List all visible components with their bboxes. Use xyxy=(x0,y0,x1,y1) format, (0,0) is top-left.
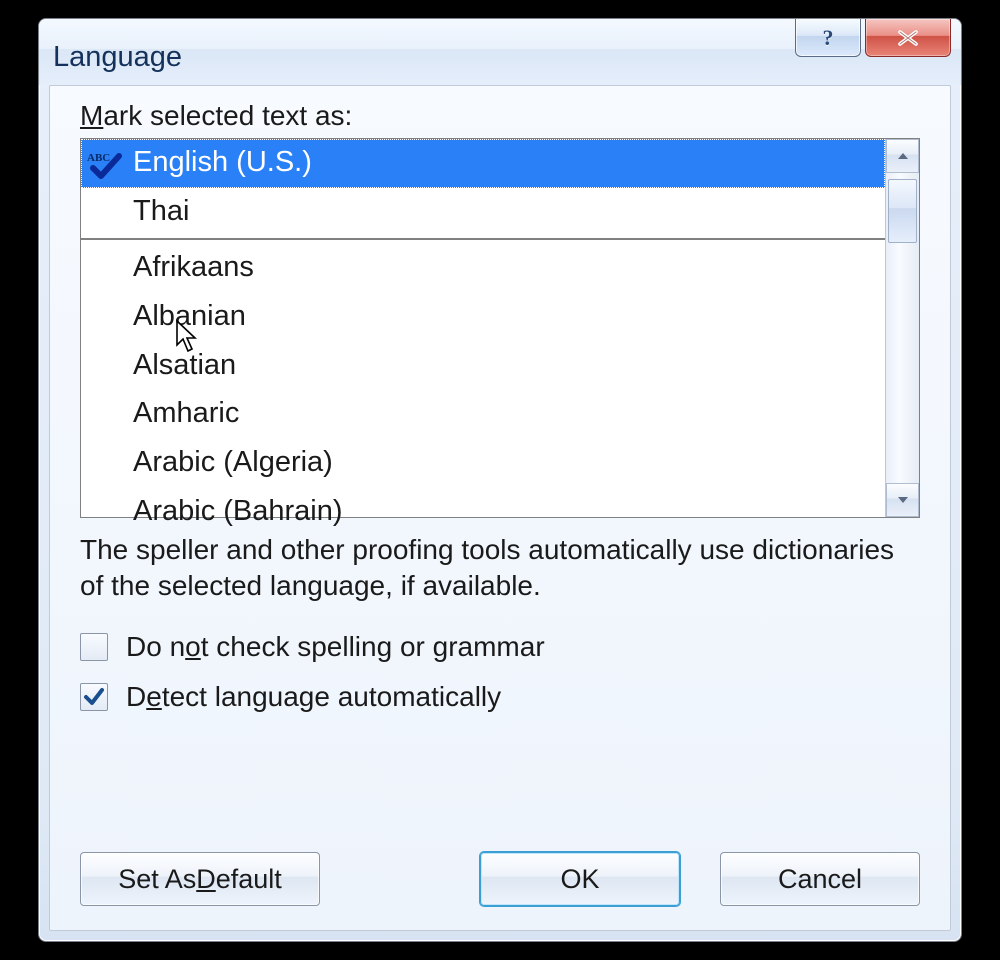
ok-button[interactable]: OK xyxy=(480,852,680,906)
language-list-item[interactable]: Alsatian xyxy=(81,342,885,391)
help-button[interactable]: ? xyxy=(795,19,861,57)
scroll-down-button[interactable] xyxy=(886,483,919,517)
language-list-item[interactable]: Arabic (Bahrain) xyxy=(81,488,885,537)
detect-language-row[interactable]: Detect language automatically xyxy=(80,681,920,713)
language-listbox[interactable]: ABC English (U.S.) Thai Afrikaans Albanian Al… xyxy=(80,138,920,518)
language-list-item[interactable]: Afrikaans xyxy=(81,244,885,293)
chevron-down-icon xyxy=(896,495,910,505)
language-name: Thai xyxy=(133,195,189,227)
do-not-check-spelling-row[interactable]: Do not check spelling or grammar xyxy=(80,631,920,663)
do-not-check-spelling-checkbox[interactable] xyxy=(80,633,108,661)
spellcheck-icon: ABC xyxy=(87,150,123,176)
language-name: Arabic (Bahrain) xyxy=(133,495,343,527)
language-separator xyxy=(81,238,885,240)
language-name: Afrikaans xyxy=(133,251,254,283)
scroll-up-button[interactable] xyxy=(886,139,919,173)
language-list-item[interactable]: Amharic xyxy=(81,390,885,439)
chevron-up-icon xyxy=(896,151,910,161)
scroll-thumb[interactable] xyxy=(888,179,917,243)
cancel-button[interactable]: Cancel xyxy=(720,852,920,906)
detect-language-checkbox[interactable] xyxy=(80,683,108,711)
close-icon xyxy=(892,28,924,48)
language-name: Albanian xyxy=(133,300,246,332)
detect-language-label: Detect language automatically xyxy=(126,681,501,713)
language-name: Alsatian xyxy=(133,349,236,381)
checkmark-icon xyxy=(83,686,105,708)
language-list-item[interactable]: Arabic (Algeria) xyxy=(81,439,885,488)
scrollbar[interactable] xyxy=(885,139,919,517)
client-area: Mark selected text as: ABC English (U.S.)… xyxy=(49,85,951,931)
mark-selected-label: Mark selected text as: xyxy=(80,100,920,132)
language-name: Arabic (Algeria) xyxy=(133,446,333,478)
language-name: English (U.S.) xyxy=(133,146,312,178)
language-dialog: Language ? Mark se xyxy=(38,18,962,942)
set-as-default-button[interactable]: Set As Default xyxy=(80,852,320,906)
close-button[interactable] xyxy=(865,19,951,57)
svg-text:ABC: ABC xyxy=(87,152,110,164)
do-not-check-spelling-label: Do not check spelling or grammar xyxy=(126,631,545,663)
titlebar[interactable]: Language ? xyxy=(39,19,961,85)
language-list-item[interactable]: Albanian xyxy=(81,293,885,342)
language-name: Amharic xyxy=(133,397,239,429)
window-title: Language xyxy=(53,41,182,74)
language-list-item[interactable]: Thai xyxy=(81,188,885,237)
language-list-item[interactable]: ABC English (U.S.) xyxy=(81,139,885,188)
description-text: The speller and other proofing tools aut… xyxy=(80,532,920,605)
button-row: Set As Default OK Cancel xyxy=(80,852,920,906)
help-icon: ? xyxy=(823,25,834,51)
